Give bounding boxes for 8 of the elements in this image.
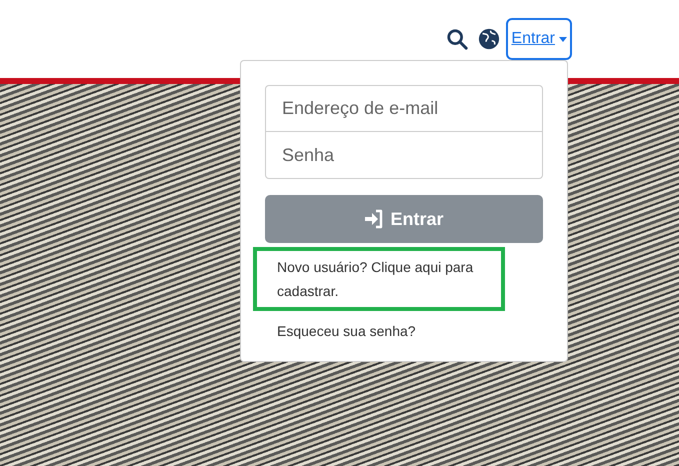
menu-link[interactable]: Esqueceu sua senha? <box>253 311 505 351</box>
sign-in-icon <box>364 209 384 229</box>
password-field[interactable]: Senha <box>265 132 543 179</box>
menu-link[interactable]: Novo usuário? Clique aqui para cadastrar. <box>253 247 505 311</box>
caret-icon <box>559 36 567 42</box>
globe-icon[interactable] <box>478 28 500 50</box>
email-field[interactable]: Endereço de e-mail <box>265 85 543 132</box>
search-icon[interactable] <box>446 28 468 50</box>
